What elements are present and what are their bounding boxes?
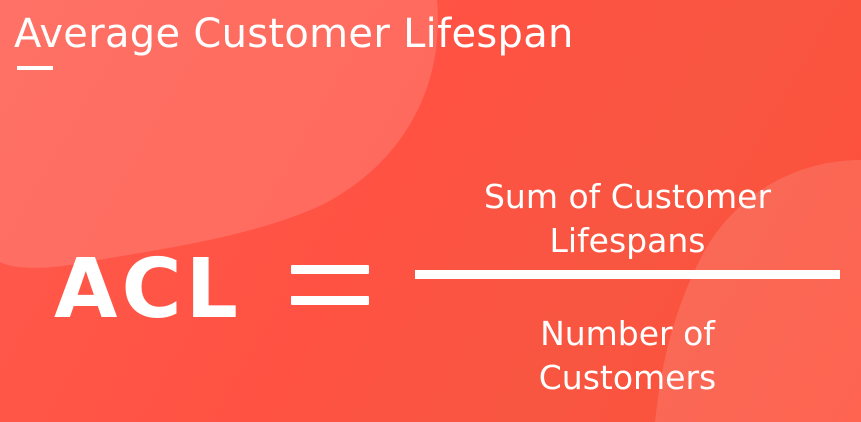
formula-denominator: Number of Customers [415,312,840,400]
fraction-bar [415,270,840,279]
page-title: Average Customer Lifespan [14,11,574,57]
equals-sign [291,265,369,305]
formula-lhs: ACL [54,242,242,337]
equals-bar-bottom [291,296,369,305]
denominator-line-2: Customers [538,358,717,397]
denominator-line-1: Number of [540,314,715,353]
numerator-line-2: Lifespans [549,221,706,260]
title-underline [17,66,53,70]
formula-slide: Average Customer Lifespan ACL Sum of Cus… [0,0,861,422]
formula-numerator: Sum of Customer Lifespans [415,175,840,263]
equals-bar-top [291,265,369,274]
numerator-line-1: Sum of Customer [483,177,772,216]
